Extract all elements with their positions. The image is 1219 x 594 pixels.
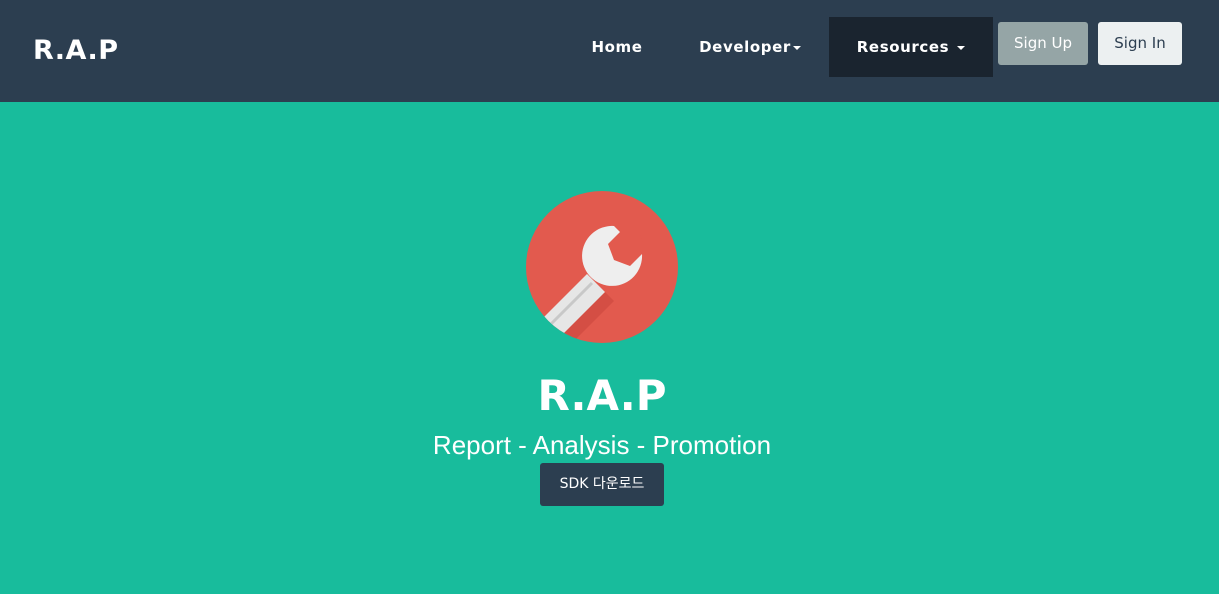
caret-down-icon: [792, 45, 801, 50]
nav-item-developer-dropdown[interactable]: Developer: [690, 17, 810, 77]
caret-down-icon: [957, 45, 966, 50]
sign-in-button[interactable]: Sign In: [1098, 22, 1182, 65]
nav-item-developer-label: Developer: [699, 38, 791, 56]
brand-logo-link[interactable]: R.A.P: [33, 33, 119, 69]
nav-item-resources-label: Resources: [856, 38, 950, 56]
top-navbar: R.A.P Home Developer Resources Sign Up S…: [0, 0, 1219, 102]
sign-up-button[interactable]: Sign Up: [998, 22, 1088, 65]
nav-item-home-label: Home: [591, 38, 643, 56]
nav-item-resources-dropdown[interactable]: Resources: [829, 17, 993, 77]
nav-item-home[interactable]: Home: [577, 17, 657, 77]
sdk-download-button[interactable]: SDK 다운로드: [540, 463, 664, 506]
hero-title: R.A.P: [537, 371, 667, 420]
wrench-icon: [526, 191, 678, 343]
hero-subtitle: Report - Analysis - Promotion: [432, 430, 772, 460]
